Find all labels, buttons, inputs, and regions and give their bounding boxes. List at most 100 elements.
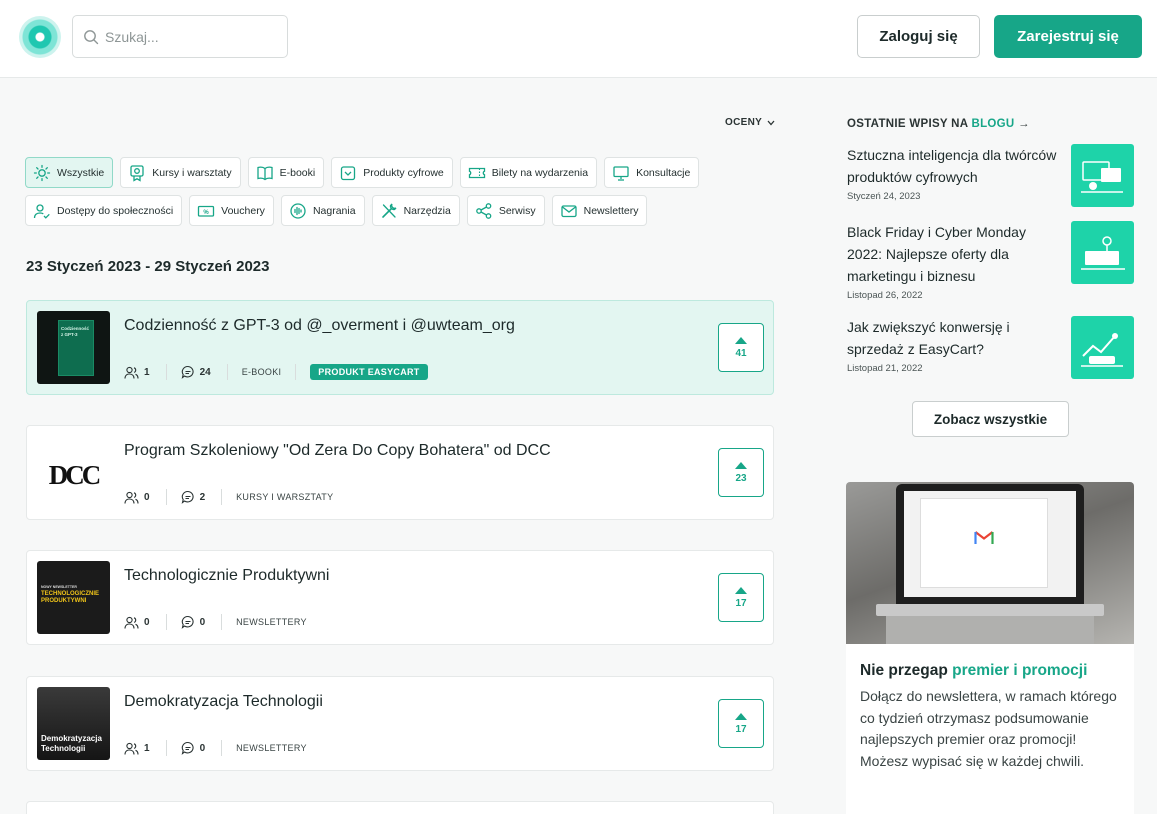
product-card[interactable]: NOWY NEWSLETTER TECHNOLOGICZNIE PRODUKTY… [26, 550, 774, 645]
upvote-button[interactable]: 41 [718, 323, 764, 372]
upvote-arrow-icon [735, 586, 747, 594]
users-count: 0 [124, 489, 167, 505]
envelope-icon [560, 204, 577, 217]
users-icon [124, 491, 139, 504]
product-category[interactable]: KURSY I WARSZTATY [236, 489, 347, 505]
product-card[interactable]: DCC Program Szkoleniowy "Od Zera Do Copy… [26, 425, 774, 520]
product-meta: 0 0 NEWSLETTERY [124, 614, 335, 630]
search-input[interactable] [105, 26, 275, 48]
sort-label: OCENY [725, 117, 763, 128]
users-value: 0 [144, 616, 150, 628]
upvote-arrow-icon [735, 336, 747, 344]
blog-post[interactable]: Sztuczna inteligencja dla twórców produk… [847, 144, 1137, 207]
filter-tools[interactable]: Narzędzia [371, 195, 460, 226]
laptop-keyboard [886, 616, 1094, 644]
blog-post-title[interactable]: Jak zwiększyć konwersję i sprzedaż z Eas… [847, 316, 1062, 360]
blog-post-title[interactable]: Black Friday i Cyber Monday 2022: Najlep… [847, 221, 1062, 287]
upvote-button[interactable]: 23 [718, 448, 764, 497]
comment-icon [181, 365, 194, 379]
comments-value: 0 [199, 742, 206, 754]
filter-ebooks[interactable]: E-booki [247, 157, 325, 188]
tools-icon [381, 203, 397, 218]
product-card[interactable]: Codzienność z GPT-3 Codzienność z GPT-3 … [26, 300, 774, 395]
search-box[interactable] [72, 15, 288, 58]
blog-post-title[interactable]: Sztuczna inteligencja dla twórców produk… [847, 144, 1062, 188]
blog-heading-text: OSTATNIE WPISY NA [847, 118, 972, 130]
comments-value: 2 [199, 491, 206, 503]
blog-post-thumbnail[interactable] [1071, 316, 1134, 379]
gmail-icon [974, 531, 994, 544]
users-value: 1 [144, 742, 150, 754]
filter-event-tickets[interactable]: Bilety na wydarzenia [459, 157, 598, 188]
product-title[interactable]: Demokratyzacja Technologii [124, 693, 323, 711]
promo-image [846, 482, 1134, 644]
vote-count: 23 [735, 472, 747, 484]
blog-heading[interactable]: OSTATNIE WPISY NA BLOGU → [847, 118, 1030, 130]
users-icon [124, 616, 139, 629]
users-icon [124, 366, 139, 379]
see-all-button[interactable]: Zobacz wszystkie [912, 401, 1069, 437]
dcc-logo: DCC [48, 460, 102, 490]
blog-post-thumbnail[interactable] [1071, 221, 1134, 284]
upvote-button[interactable]: 17 [718, 573, 764, 622]
promo-title: Nie przegap premier i promocji [860, 662, 1088, 679]
download-box-icon [341, 165, 356, 180]
filter-vouchers[interactable]: % Vouchery [189, 195, 274, 226]
filter-label: Narzędzia [403, 204, 451, 217]
illustration-icon [1081, 236, 1125, 270]
product-title[interactable]: Codzienność z GPT-3 od @_overment i @uwt… [124, 317, 515, 335]
filter-label: Wszystkie [57, 166, 105, 179]
upvote-button[interactable]: 17 [718, 699, 764, 748]
product-card[interactable]: Demokratyzacja Technologii Demokratyzacj… [26, 676, 774, 771]
product-thumbnail: Demokratyzacja Technologii [37, 687, 110, 760]
blog-post-thumbnail[interactable] [1071, 144, 1134, 207]
newsletter-promo: Nie przegap premier i promocji Dołącz do… [846, 482, 1134, 814]
product-category[interactable]: NEWSLETTERY [236, 740, 321, 756]
comments-count: 2 [181, 489, 223, 505]
product-category[interactable]: E-BOOKI [242, 364, 297, 380]
product-title[interactable]: Technologicznie Produktywni [124, 567, 329, 585]
blog-post-date: Listopad 26, 2022 [847, 290, 923, 301]
thumbnail-text: Codzienność z GPT-3 [61, 326, 90, 337]
product-card[interactable] [26, 801, 774, 814]
filter-label: E-booki [279, 166, 316, 179]
chevron-down-icon [767, 120, 775, 125]
filter-community-access[interactable]: Dostępy do społeczności [25, 195, 183, 226]
product-meta: 1 24 E-BOOKI PRODUKT EASYCART [124, 364, 428, 380]
user-check-icon [33, 203, 50, 219]
blog-link[interactable]: BLOGU [971, 118, 1014, 130]
thumbnail-subtext: NOWY NEWSLETTER [41, 585, 77, 589]
filter-all[interactable]: Wszystkie [25, 157, 114, 188]
product-thumbnail: Codzienność z GPT-3 [37, 311, 110, 384]
filter-label: Nagrania [312, 204, 356, 217]
login-button[interactable]: Zaloguj się [857, 15, 980, 58]
product-thumbnail: DCC [37, 436, 110, 509]
sort-dropdown[interactable]: OCENY [725, 117, 775, 128]
blog-post[interactable]: Jak zwiększyć konwersję i sprzedaż z Eas… [847, 316, 1137, 379]
filter-services[interactable]: Serwisy [466, 195, 545, 226]
filter-courses[interactable]: Kursy i warsztaty [120, 157, 241, 188]
register-button[interactable]: Zarejestruj się [994, 15, 1142, 58]
book-icon [256, 166, 273, 180]
filter-consultations[interactable]: Konsultacje [604, 157, 700, 188]
illustration-icon [1081, 161, 1123, 193]
filter-label: Produkty cyfrowe [363, 166, 444, 179]
app-logo[interactable] [19, 16, 61, 58]
comment-icon [181, 741, 194, 755]
filter-label: Serwisy [498, 204, 536, 217]
share-nodes-icon [475, 202, 492, 219]
filter-recordings[interactable]: Nagrania [280, 195, 365, 226]
blog-post[interactable]: Black Friday i Cyber Monday 2022: Najlep… [847, 221, 1137, 301]
product-category[interactable]: NEWSLETTERY [236, 614, 321, 630]
product-title[interactable]: Program Szkoleniowy "Od Zera Do Copy Boh… [124, 442, 551, 460]
filter-newsletters[interactable]: Newslettery [551, 195, 648, 226]
filter-label: Vouchery [221, 204, 265, 217]
ticket-icon [468, 167, 485, 178]
top-navbar: Zaloguj się Zarejestruj się [0, 0, 1157, 78]
category-filters: Wszystkie Kursy i warsztaty E-booki Prod… [25, 157, 745, 226]
search-icon [84, 30, 99, 45]
product-meta: 1 0 NEWSLETTERY [124, 740, 335, 756]
thumbnail-text: Demokratyzacja Technologii [41, 734, 102, 753]
filter-digital-products[interactable]: Produkty cyfrowe [331, 157, 453, 188]
thumbnail-text: TECHNOLOGICZNIE PRODUKTYWNI [41, 591, 99, 604]
